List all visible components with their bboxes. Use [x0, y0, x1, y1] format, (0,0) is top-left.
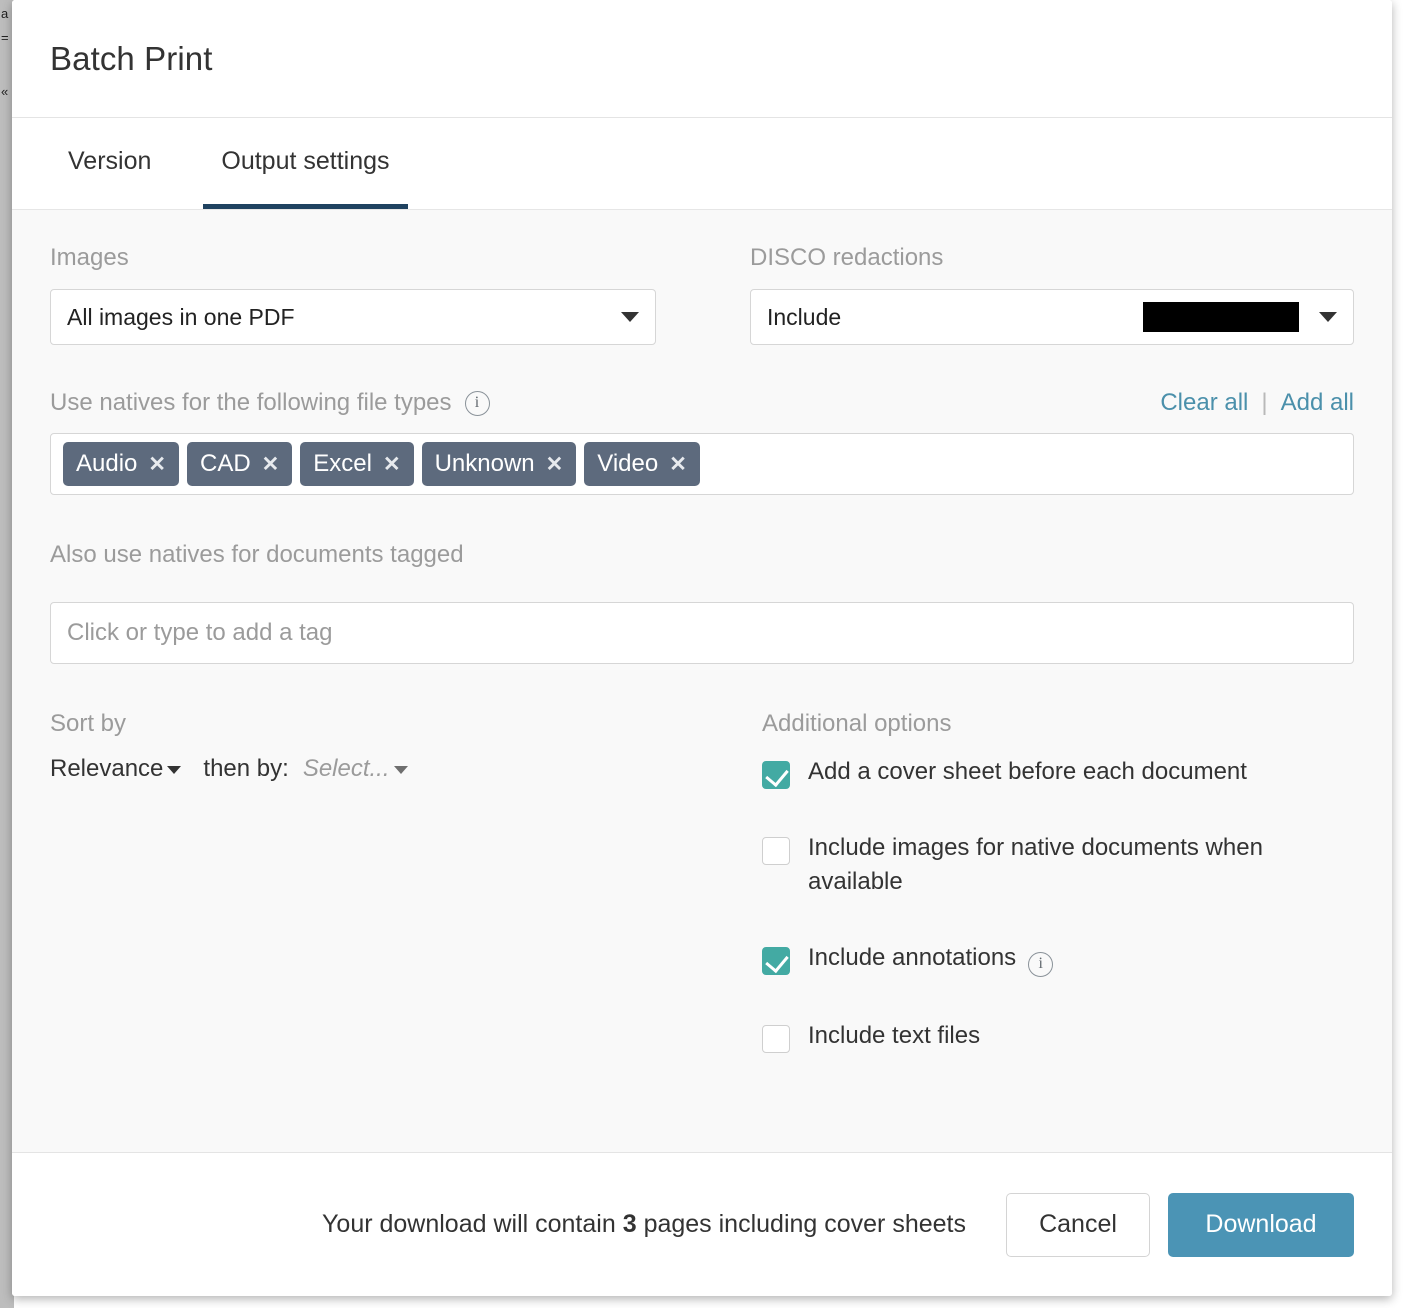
file-type-chip-label: CAD: [200, 450, 251, 477]
additional-options-label: Additional options: [762, 710, 952, 737]
download-summary-suffix: pages including cover sheets: [643, 1210, 966, 1238]
images-select[interactable]: All images in one PDF: [50, 289, 656, 345]
additional-option-label: Include annotations i: [808, 941, 1054, 977]
tab-version[interactable]: Version: [50, 118, 169, 209]
link-separator: |: [1261, 389, 1268, 416]
chevron-down-icon: [167, 766, 182, 774]
additional-option-row[interactable]: Include annotations i: [762, 941, 1354, 977]
images-select-value: All images in one PDF: [67, 303, 295, 330]
tagged-documents-label: Also use natives for documents tagged: [50, 541, 464, 568]
dropdown-row: Images All images in one PDF DISCO redac…: [50, 244, 1354, 345]
remove-chip-icon[interactable]: ✕: [383, 454, 401, 475]
file-type-chip[interactable]: Audio ✕: [63, 442, 179, 486]
additional-option-row[interactable]: Include images for native documents when…: [762, 831, 1354, 899]
file-type-chip-label: Audio: [76, 450, 138, 477]
sort-primary-select[interactable]: Relevance: [50, 755, 182, 783]
modal-header: Batch Print: [12, 0, 1392, 118]
sort-and-options-row: Sort by Relevance then by: Select... Add…: [50, 710, 1354, 1053]
cancel-button[interactable]: Cancel: [1006, 1192, 1150, 1257]
additional-options-group: Additional options Add a cover sheet bef…: [762, 710, 1354, 1053]
page-title: Batch Print: [50, 39, 213, 77]
additional-option-row[interactable]: Add a cover sheet before each document: [762, 755, 1354, 789]
disco-redactions-select[interactable]: Include: [750, 289, 1354, 345]
file-type-chip-label: Video: [597, 450, 659, 477]
checkbox-unchecked[interactable]: [762, 1024, 790, 1053]
additional-option-label-text: Include annotations: [808, 944, 1017, 972]
sort-primary-value: Relevance: [50, 755, 164, 782]
tag-input[interactable]: [50, 602, 1354, 664]
images-group: Images All images in one PDF: [50, 244, 750, 345]
disco-redactions-label: DISCO redactions: [750, 244, 944, 271]
additional-option-label: Include text files: [808, 1019, 980, 1053]
natives-file-types-label-text: Use natives for the following file types: [50, 389, 452, 416]
disco-redactions-group: DISCO redactions Include: [750, 244, 1354, 345]
natives-file-types-label: Use natives for the following file types…: [50, 389, 490, 417]
info-icon[interactable]: i: [464, 390, 490, 416]
additional-option-label: Include images for native documents when…: [808, 831, 1348, 899]
file-type-chip-label: Excel: [313, 450, 372, 477]
natives-file-types-header: Use natives for the following file types…: [50, 389, 1354, 417]
file-type-chip[interactable]: Unknown ✕: [421, 442, 577, 486]
file-types-chip-input[interactable]: Audio ✕ CAD ✕ Excel ✕ Unknown ✕ Video ✕: [50, 433, 1354, 495]
file-type-chip-label: Unknown: [434, 450, 535, 477]
chevron-down-icon: [393, 766, 408, 774]
additional-option-row[interactable]: Include text files: [762, 1019, 1354, 1053]
additional-option-label-text: Include images for native documents when…: [808, 834, 1263, 896]
tab-output-settings[interactable]: Output settings: [203, 118, 408, 209]
modal-footer: Your download will contain 3 pages inclu…: [12, 1152, 1392, 1296]
redaction-bar-swatch: [1143, 302, 1299, 332]
additional-option-label-text: Add a cover sheet before each document: [808, 758, 1247, 785]
download-summary-prefix: Your download will contain: [322, 1210, 616, 1238]
additional-option-label: Add a cover sheet before each document: [808, 755, 1247, 789]
additional-options-list: Add a cover sheet before each document In…: [762, 755, 1354, 1053]
additional-option-label-text: Include text files: [808, 1021, 981, 1049]
file-type-chip[interactable]: Video ✕: [584, 442, 700, 486]
tab-bar: Version Output settings: [12, 118, 1392, 210]
sort-by-group: Sort by Relevance then by: Select...: [50, 710, 762, 1053]
tagged-documents-group: Also use natives for documents tagged: [50, 541, 1354, 664]
then-by-label: then by:: [203, 755, 289, 782]
info-icon[interactable]: i: [1028, 951, 1054, 977]
chevron-down-icon: [1319, 312, 1337, 322]
download-button[interactable]: Download: [1168, 1192, 1354, 1257]
checkbox-checked[interactable]: [762, 947, 790, 976]
images-label: Images: [50, 244, 129, 271]
disco-redactions-select-value: Include: [767, 303, 842, 330]
chevron-down-icon: [621, 312, 639, 322]
clear-all-link[interactable]: Clear all: [1160, 389, 1248, 417]
remove-chip-icon[interactable]: ✕: [148, 454, 166, 475]
natives-bulk-actions: Clear all | Add all: [1160, 389, 1354, 417]
remove-chip-icon[interactable]: ✕: [669, 454, 687, 475]
sort-by-label: Sort by: [50, 710, 127, 737]
sort-by-controls: Relevance then by: Select...: [50, 755, 762, 783]
add-all-link[interactable]: Add all: [1281, 389, 1354, 417]
remove-chip-icon[interactable]: ✕: [546, 454, 564, 475]
checkbox-checked[interactable]: [762, 761, 790, 789]
file-type-chip[interactable]: Excel ✕: [300, 442, 414, 486]
output-settings-panel: Images All images in one PDF DISCO redac…: [12, 210, 1392, 1152]
sort-secondary-value: Select...: [302, 755, 390, 782]
sort-secondary-select[interactable]: Select...: [303, 755, 408, 783]
checkbox-unchecked[interactable]: [762, 837, 790, 866]
batch-print-modal: Batch Print Version Output settings Imag…: [12, 0, 1392, 1296]
remove-chip-icon[interactable]: ✕: [262, 454, 280, 475]
download-page-count: 3: [622, 1210, 637, 1238]
file-type-chip[interactable]: CAD ✕: [187, 442, 293, 486]
download-summary: Your download will contain 3 pages inclu…: [322, 1210, 966, 1239]
